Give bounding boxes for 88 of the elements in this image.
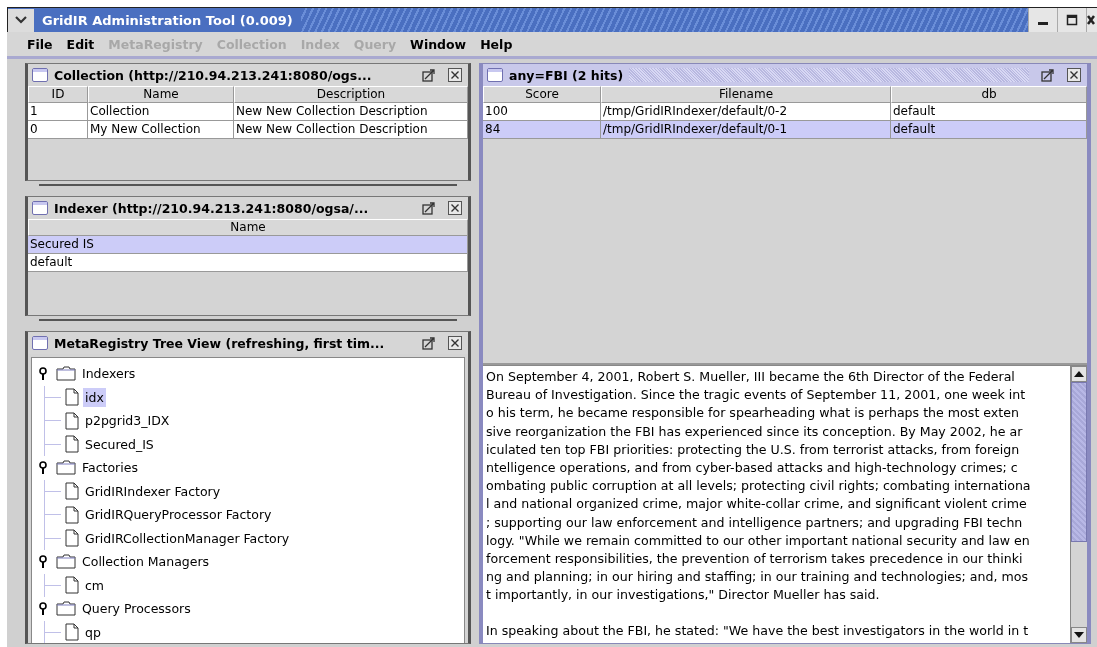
text-line: l and national organized crime, major white-collar crime, and significant violent crime: [486, 495, 1028, 514]
text-line: t importantly, in our investigations," Director Mueller has said.: [486, 586, 881, 605]
tree-item[interactable]: Secured_IS: [83, 434, 156, 454]
document-icon: [65, 576, 79, 595]
text-line: logy. "While we remain committed to our other important national security and law en: [486, 531, 1031, 550]
tree-item[interactable]: qp: [83, 622, 103, 642]
frame-title: any=FBI (2 hits): [509, 67, 624, 83]
tree-item[interactable]: idx: [83, 387, 106, 407]
column-header[interactable]: db: [891, 86, 1087, 103]
tree-item[interactable]: GridIRIndexer Factory: [83, 481, 223, 501]
text-line: sive reorganization the FBI has experienced since its conception. By May 2002, he ar: [486, 422, 1024, 441]
up-arrow-icon: [1074, 371, 1084, 377]
down-arrow-icon: [1074, 632, 1084, 638]
document-icon: [65, 388, 79, 407]
tree-item[interactable]: cm: [83, 575, 107, 595]
text-line: ombating public corruption at all levels; protecting civil rights; combating internationa: [486, 477, 1032, 496]
table-row[interactable]: 1 Collection New New Collection Description: [28, 103, 468, 121]
maximize-icon: [1066, 14, 1078, 26]
table-row[interactable]: 100 /tmp/GridIRIndexer/default/0-2 default: [483, 103, 1087, 121]
window-menu-button[interactable]: [8, 8, 34, 32]
tree-item[interactable]: GridIRCollectionManager Factory: [83, 528, 292, 548]
column-header[interactable]: Name: [88, 86, 234, 103]
maximize-icon[interactable]: [422, 68, 436, 82]
text-line: forcement responsibilities, the prevention of terrorism takes precedence in our thinki: [486, 549, 1024, 568]
menu-item[interactable]: File: [27, 36, 53, 52]
column-header[interactable]: Name: [28, 219, 468, 236]
close-icon[interactable]: [448, 336, 462, 350]
text-line: ng and planning; in our hiring and staffing; in our training and technologies; and, mos: [486, 568, 1029, 587]
window-icon: [32, 68, 48, 82]
text-line: On September 4, 2001, Robert S. Mueller, III became the 6th Director of the Federal: [486, 368, 1016, 386]
chevron-icon: [15, 16, 27, 24]
folder-icon: [56, 601, 76, 617]
column-header[interactable]: Description: [234, 86, 468, 103]
frame-title: Indexer (http://210.94.213.241:8080/ogsa/...: [54, 200, 369, 216]
document-icon: [65, 529, 79, 548]
window-icon: [32, 336, 48, 350]
table-cell: New New Collection Description: [234, 121, 468, 139]
folder-icon: [56, 554, 76, 570]
text-line: Bureau of Investigation. Since the tragic events of September 11, 2001, one week int: [486, 386, 1027, 405]
table-cell: /tmp/GridIRIndexer/default/0-1: [601, 121, 891, 139]
text-line: In speaking about the FBI, he stated: "We have the best investigators in the world in t: [486, 622, 1030, 641]
menu-item[interactable]: Help: [480, 36, 513, 52]
text-line: ntelligence operations, and from cyber-based attacks and high-technology crimes; c: [486, 458, 1019, 477]
close-icon: [1087, 14, 1095, 26]
tree-item[interactable]: Factories: [80, 458, 140, 478]
tree-item[interactable]: Query Processors: [80, 599, 193, 619]
maximize-icon[interactable]: [1041, 68, 1055, 82]
folder-icon: [56, 366, 76, 382]
window-icon: [32, 201, 48, 215]
close-icon[interactable]: [448, 201, 462, 215]
scroll-up-button[interactable]: [1071, 366, 1087, 382]
table-cell: 0: [28, 121, 88, 139]
scroll-down-button[interactable]: [1071, 627, 1087, 643]
maximize-icon[interactable]: [422, 336, 436, 350]
document-icon: [65, 435, 79, 454]
tree-item[interactable]: Collection Managers: [80, 552, 212, 572]
document-icon: [65, 482, 79, 501]
text-line: iculated ten top FBI priorities: protecting the U.S. from terrorist attacks, from foreign: [486, 440, 1021, 459]
scroll-thumb[interactable]: [1071, 382, 1087, 542]
frame-title: Collection (http://210.94.213.241:8080/ogs...: [54, 67, 372, 83]
document-icon: [65, 411, 79, 430]
list-item[interactable]: Secured IS: [28, 236, 468, 254]
window-title: GridIR Administration Tool (0.009): [41, 12, 294, 28]
tree-item[interactable]: GridIRQueryProcessor Factory: [83, 505, 274, 525]
vertical-scrollbar[interactable]: [1070, 366, 1087, 643]
column-header[interactable]: Filename: [601, 86, 891, 103]
table-cell: 84: [483, 121, 601, 139]
minimize-icon: [1038, 21, 1048, 25]
window-icon: [487, 68, 503, 82]
frame-title: MetaRegistry Tree View (refreshing, first tim...: [54, 335, 385, 351]
document-icon: [65, 505, 79, 524]
close-icon[interactable]: [1067, 68, 1081, 82]
menu-item[interactable]: Edit: [66, 36, 95, 52]
table-row[interactable]: 0 My New Collection New New Collection Description: [28, 121, 468, 139]
close-icon[interactable]: [448, 68, 462, 82]
tree-item[interactable]: Indexers: [80, 364, 138, 384]
text-line: ; supporting our law enforcement and intelligence partners; and upgrading FBI techn: [486, 513, 1024, 532]
text-line: o his term, he became responsible for spearheading what is perhaps the most exten: [486, 404, 1020, 423]
column-header[interactable]: Score: [483, 86, 601, 103]
table-cell: My New Collection: [88, 121, 234, 139]
column-header[interactable]: ID: [28, 86, 88, 103]
folder-icon: [56, 460, 76, 476]
list-item[interactable]: default: [28, 254, 468, 272]
tree-item[interactable]: p2pgrid3_IDX: [83, 411, 172, 431]
table-cell: default: [891, 121, 1087, 139]
table-row[interactable]: 84 /tmp/GridIRIndexer/default/0-1 default: [483, 121, 1087, 139]
menu-item[interactable]: Window: [410, 36, 467, 52]
maximize-icon[interactable]: [422, 201, 436, 215]
